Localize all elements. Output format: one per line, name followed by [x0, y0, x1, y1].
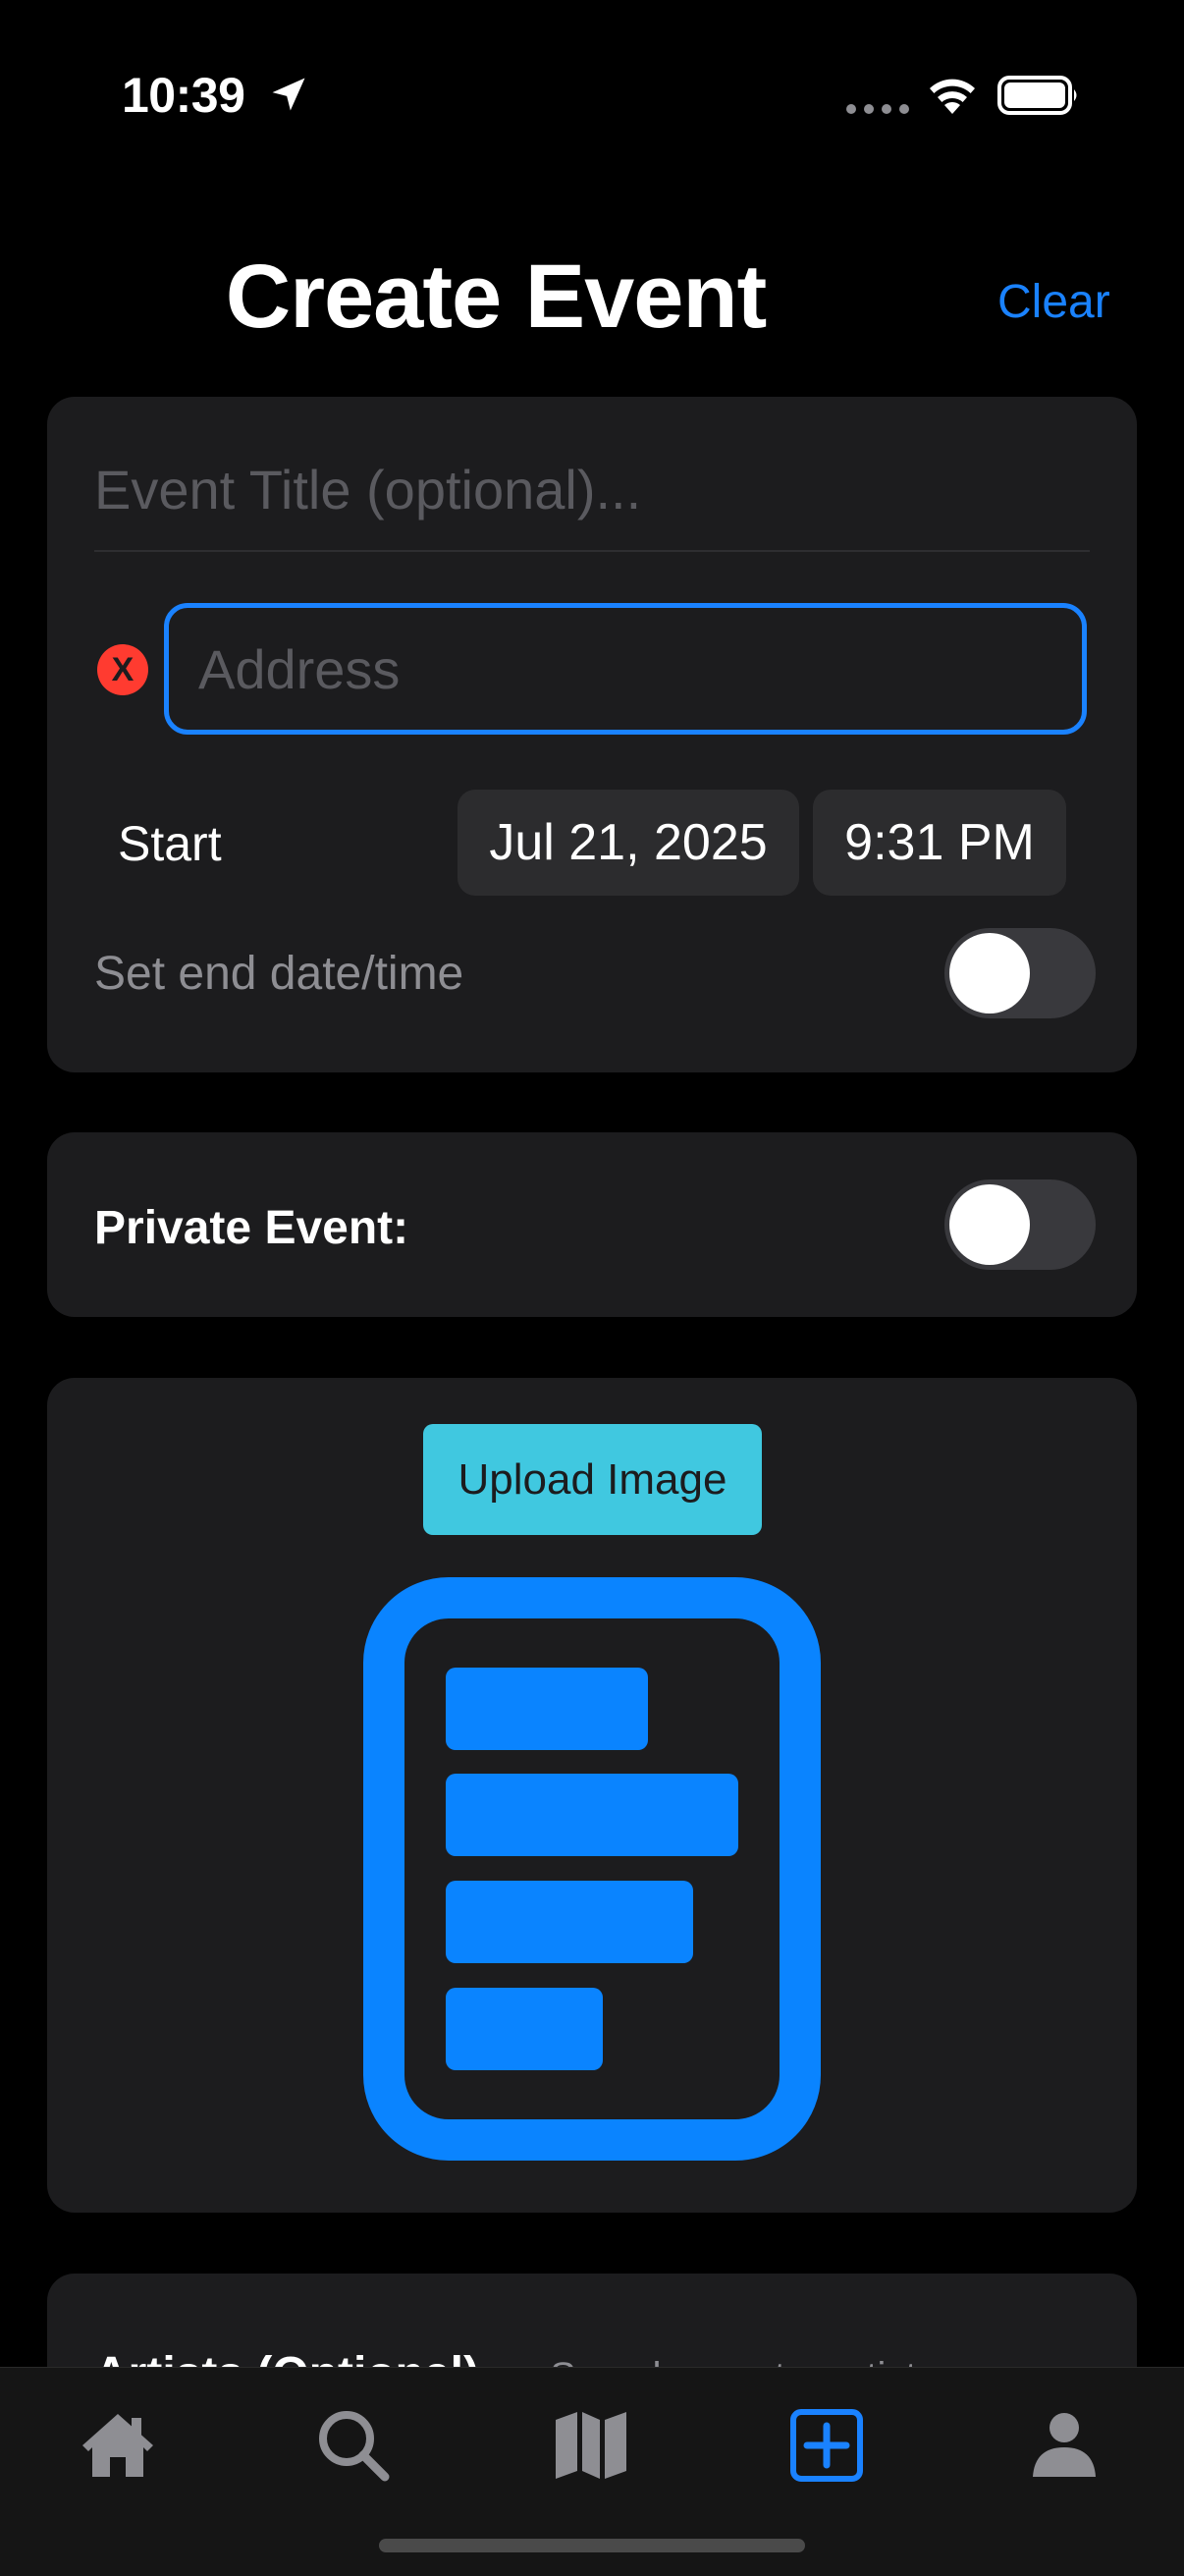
tab-search[interactable] — [314, 2406, 393, 2485]
tab-map[interactable] — [552, 2406, 630, 2485]
private-event-toggle[interactable] — [944, 1179, 1096, 1270]
tab-home[interactable] — [79, 2406, 157, 2485]
wifi-icon — [930, 79, 975, 114]
end-date-toggle-label: Set end date/time — [94, 948, 464, 1000]
tab-create[interactable] — [787, 2406, 866, 2485]
location-arrow-icon — [272, 78, 305, 111]
upload-image-button[interactable]: Upload Image — [423, 1424, 762, 1535]
clear-address-button[interactable]: X — [97, 644, 148, 695]
start-label: Start — [118, 816, 222, 871]
private-event-label: Private Event: — [94, 1202, 409, 1254]
toggle-knob — [949, 1184, 1030, 1265]
home-indicator — [379, 2539, 805, 2552]
page-title: Create Event — [225, 247, 767, 347]
tab-profile[interactable] — [1025, 2406, 1103, 2485]
toggle-knob — [949, 933, 1030, 1014]
cellular-signal-icon — [846, 104, 909, 114]
divider — [94, 550, 1090, 552]
document-list-icon — [363, 1577, 821, 2161]
end-date-toggle[interactable] — [944, 928, 1096, 1018]
battery-icon — [997, 76, 1077, 115]
address-field — [164, 603, 1087, 735]
status-time: 10:39 — [122, 68, 245, 123]
address-input[interactable] — [169, 608, 1082, 730]
start-date-picker[interactable]: Jul 21, 2025 — [457, 790, 799, 896]
clear-button[interactable]: Clear — [997, 275, 1110, 329]
start-time-picker[interactable]: 9:31 PM — [813, 790, 1066, 896]
event-title-input[interactable] — [94, 446, 1088, 532]
